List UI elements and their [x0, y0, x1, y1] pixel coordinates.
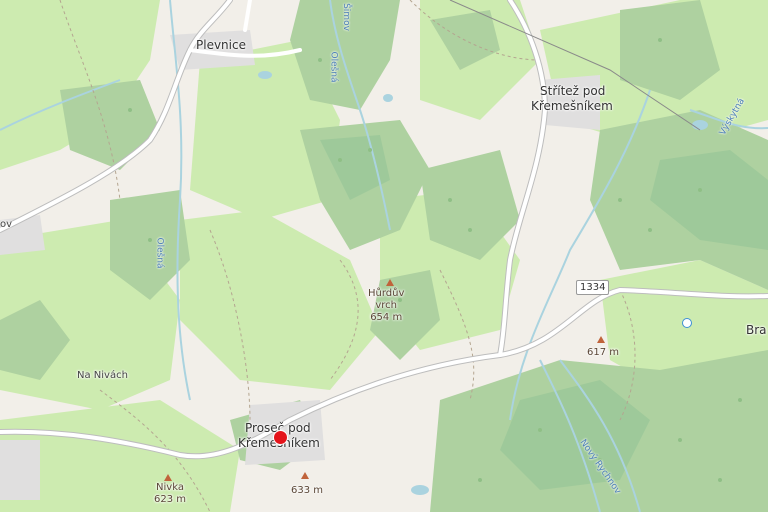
peak-elevation: 623 m	[154, 494, 187, 505]
place-label-right-cut: Bra	[746, 323, 767, 337]
peak-hurduv: Hůrdův vrch 654 m	[368, 288, 404, 324]
map-view[interactable]: Plevnice Střítež pod Křemešníkem Proseč …	[0, 0, 768, 512]
peak-icon	[597, 336, 605, 343]
peak-name: Hůrdův	[368, 288, 405, 299]
viewpoint-icon[interactable]	[682, 318, 692, 328]
peak-elevation: 654 m	[370, 312, 403, 323]
peak-elevation-633: 633 m	[291, 485, 324, 496]
stream-label-olesna-top: Olešná	[328, 51, 339, 83]
peak-icon	[164, 474, 172, 481]
location-pin-icon[interactable]	[273, 430, 288, 445]
peak-elevation-617: 617 m	[587, 347, 620, 358]
stream-label-simov: Šimov	[340, 3, 351, 31]
stream-label-olesna-left: Olešná	[154, 237, 165, 269]
road-ref-shield: 1334	[576, 280, 610, 295]
peak-icon	[301, 472, 309, 479]
map-base-layer	[0, 0, 768, 512]
place-label-na-nivach: Na Nivách	[77, 370, 128, 381]
peak-name: Nivka	[156, 482, 184, 493]
peak-name: vrch	[375, 300, 398, 311]
place-label-strite-line2: Křemešníkem	[531, 99, 613, 113]
place-label-left-cut: ov	[0, 219, 13, 230]
peak-icon	[386, 279, 394, 286]
place-label-strite-line1: Střítež pod	[540, 84, 606, 98]
peak-nivka: Nivka 623 m	[154, 482, 186, 506]
place-label-plevnice: Plevnice	[196, 38, 246, 52]
